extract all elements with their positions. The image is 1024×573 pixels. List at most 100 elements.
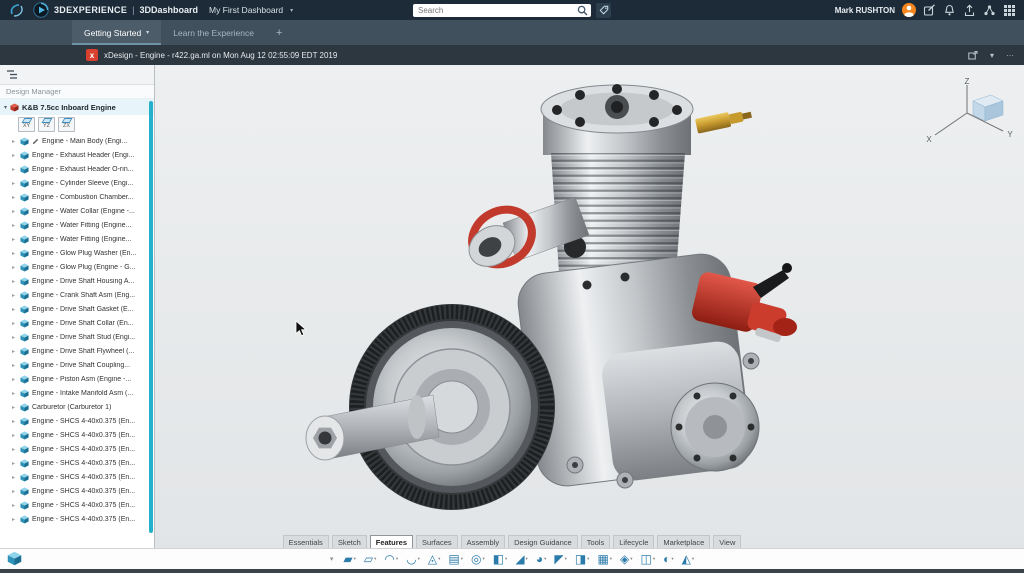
tree-item[interactable]: ▸ Engine - SHCS 4-40x0.375 (En... xyxy=(0,484,154,498)
sweep-tool-icon[interactable]: ◡ ▾ xyxy=(406,553,420,565)
expand-arrow-icon[interactable]: ▸ xyxy=(12,348,17,355)
tool-chevron-down-icon[interactable]: ▾ xyxy=(671,556,673,562)
tree-item[interactable]: ▸ Engine - Drive Shaft Stud (Engi... xyxy=(0,330,154,344)
rib-tool-icon[interactable]: ▤ ▾ xyxy=(448,553,463,565)
expand-arrow-icon[interactable]: ▸ xyxy=(12,194,17,201)
user-name[interactable]: Mark RUSHTON xyxy=(835,6,895,15)
tree-item[interactable]: ▸ Engine - Drive Shaft Flywheel (... xyxy=(0,344,154,358)
tool-chevron-down-icon[interactable]: ▾ xyxy=(354,556,356,562)
boolean-tool-icon[interactable]: ◐ ▾ xyxy=(663,553,674,565)
expand-arrow-icon[interactable]: ▸ xyxy=(12,516,17,523)
chamfer-tool-icon[interactable]: ◤ ▾ xyxy=(554,553,567,565)
ribbon-tab-features[interactable]: Features xyxy=(369,535,414,548)
expand-arrow-icon[interactable]: ▸ xyxy=(12,390,17,397)
more-options-icon[interactable]: ··· xyxy=(1006,51,1014,60)
header-chevron-down-icon[interactable]: ▾ xyxy=(990,51,994,60)
tree-item[interactable]: ▸ Engine - Main Body (Engi... xyxy=(0,134,154,148)
expand-arrow-icon[interactable]: ▸ xyxy=(12,292,17,299)
tree-item[interactable]: ▸ Engine - Glow Plug Washer (En... xyxy=(0,246,154,260)
tree-item[interactable]: ▸ Carburetor (Carburetor 1) xyxy=(0,400,154,414)
add-tab-button[interactable]: + xyxy=(266,20,292,45)
tree-item[interactable]: ▸ Engine - Drive Shaft Gasket (E... xyxy=(0,302,154,316)
expand-arrow-icon[interactable]: ▸ xyxy=(12,236,17,243)
tool-chevron-down-icon[interactable]: ▾ xyxy=(653,556,655,562)
pop-out-icon[interactable] xyxy=(968,50,978,60)
ribbon-tab-assembly[interactable]: Assembly xyxy=(460,535,506,548)
ribbon-tab-tools[interactable]: Tools xyxy=(580,535,611,548)
tree-item[interactable]: ▸ Engine - Water Fitting (Engine... xyxy=(0,232,154,246)
tree-view-icon[interactable] xyxy=(6,69,18,80)
apps-grid-icon[interactable] xyxy=(1003,4,1016,17)
dashboard-tab-learn-the-experience[interactable]: Learn the Experience ▾ xyxy=(161,20,266,45)
expand-arrow-icon[interactable]: ▸ xyxy=(12,208,17,215)
engine-3d-model[interactable] xyxy=(155,65,1024,548)
tree-item[interactable]: ▸ Engine - Exhaust Header (Engi... xyxy=(0,148,154,162)
tree-item[interactable]: ▸ Engine - Piston Asm (Engine -... xyxy=(0,372,154,386)
expand-arrow-icon[interactable]: ▸ xyxy=(12,264,17,271)
expand-arrow-icon[interactable]: ▸ xyxy=(12,362,17,369)
tool-chevron-down-icon[interactable]: ▾ xyxy=(482,556,484,562)
tree-item[interactable]: ▸ Engine - Exhaust Header O-rin... xyxy=(0,162,154,176)
expand-arrow-icon[interactable]: ▸ xyxy=(12,166,17,173)
tool-chevron-down-icon[interactable]: ▾ xyxy=(630,556,632,562)
fillet-tool-icon[interactable]: ◕ ▾ xyxy=(536,553,547,565)
pattern-tool-icon[interactable]: ▦ ▾ xyxy=(597,553,612,565)
viewport-3d[interactable]: Z X Y xyxy=(155,65,1024,548)
tree-item[interactable]: ▸ Engine - SHCS 4-40x0.375 (En... xyxy=(0,414,154,428)
ribbon-tab-lifecycle[interactable]: Lifecycle xyxy=(613,535,655,548)
tool-chevron-down-icon[interactable]: ▾ xyxy=(544,556,546,562)
tool-chevron-down-icon[interactable]: ▾ xyxy=(610,556,612,562)
search-icon[interactable] xyxy=(577,5,588,16)
ribbon-tab-essentials[interactable]: Essentials xyxy=(282,535,329,548)
expand-arrow-icon[interactable]: ▸ xyxy=(12,418,17,425)
expand-arrow-icon[interactable]: ▸ xyxy=(12,460,17,467)
expand-arrow-icon[interactable]: ▸ xyxy=(12,502,17,509)
tree-item[interactable]: ▸ Engine - Cylinder Sleeve (Engi... xyxy=(0,176,154,190)
tool-chevron-down-icon[interactable]: ▾ xyxy=(526,556,528,562)
tree-item[interactable]: ▸ Engine - SHCS 4-40x0.375 (En... xyxy=(0,498,154,512)
ribbon-tab-view[interactable]: View xyxy=(713,535,742,548)
tree-item[interactable]: ▸ Engine - Crank Shaft Asm (Eng... xyxy=(0,288,154,302)
ribbon-tab-sketch[interactable]: Sketch xyxy=(331,535,367,548)
dashboard-tab-getting-started[interactable]: Getting Started ▾ xyxy=(72,20,162,45)
community-icon[interactable] xyxy=(983,4,996,17)
tool-chevron-down-icon[interactable]: ▾ xyxy=(505,556,507,562)
mirror-tool-icon[interactable]: ◨ ▾ xyxy=(575,553,590,565)
tag-icon[interactable] xyxy=(596,2,611,18)
pocket-tool-icon[interactable]: ▱ ▾ xyxy=(364,553,377,565)
axis-triad[interactable]: Z X Y xyxy=(921,77,1016,145)
compose-icon[interactable] xyxy=(923,3,936,17)
tree-item[interactable]: ▸ Engine - SHCS 4-40x0.375 (En... xyxy=(0,512,154,526)
tool-chevron-down-icon[interactable]: ▾ xyxy=(396,556,398,562)
share-icon[interactable] xyxy=(963,4,976,17)
measure-tool-icon[interactable]: ◭ ▾ xyxy=(682,553,695,565)
draft-tool-icon[interactable]: ◢ ▾ xyxy=(515,553,528,565)
avatar[interactable] xyxy=(902,3,916,17)
ribbon-tab-marketplace[interactable]: Marketplace xyxy=(657,535,711,548)
ribbon-tab-surfaces[interactable]: Surfaces xyxy=(416,535,458,548)
tree-item[interactable]: ▸ Engine - SHCS 4-40x0.375 (En... xyxy=(0,456,154,470)
expand-arrow-icon[interactable]: ▸ xyxy=(12,376,17,383)
tree-item[interactable]: ▸ Engine - Drive Shaft Housing A... xyxy=(0,274,154,288)
plane-zx-button[interactable]: ZX xyxy=(58,116,75,132)
tool-chevron-down-icon[interactable]: ▾ xyxy=(461,556,463,562)
search-input[interactable] xyxy=(418,5,577,15)
dashboard-chevron-down-icon[interactable]: ▾ xyxy=(290,7,293,14)
expand-arrow-icon[interactable]: ▸ xyxy=(12,222,17,229)
expand-arrow-icon[interactable]: ▸ xyxy=(12,278,17,285)
tree-item[interactable]: ▸ Engine - Drive Shaft Collar (En... xyxy=(0,316,154,330)
panel-cube-icon[interactable] xyxy=(7,551,22,566)
revolve-tool-icon[interactable]: ◠ ▾ xyxy=(384,553,398,565)
panel-scrollbar[interactable] xyxy=(149,101,153,533)
tree-root-item[interactable]: ▾ K&B 7.5cc Inboard Engine xyxy=(0,99,154,115)
dashboard-title[interactable]: My First Dashboard xyxy=(209,5,283,15)
loft-tool-icon[interactable]: ◬ ▾ xyxy=(428,553,441,565)
expand-arrow-icon[interactable]: ▸ xyxy=(12,432,17,439)
scale-tool-icon[interactable]: ◈ ▾ xyxy=(620,553,633,565)
xdesign-app-icon[interactable]: x xyxy=(86,49,98,61)
toolbar-collapse-icon[interactable]: ▾ xyxy=(330,555,334,563)
tab-chevron-down-icon[interactable]: ▾ xyxy=(146,29,149,36)
plane-xy-button[interactable]: XY xyxy=(18,116,35,132)
tree-item[interactable]: ▸ Engine - Glow Plug (Engine - G... xyxy=(0,260,154,274)
expand-arrow-icon[interactable]: ▸ xyxy=(12,320,17,327)
